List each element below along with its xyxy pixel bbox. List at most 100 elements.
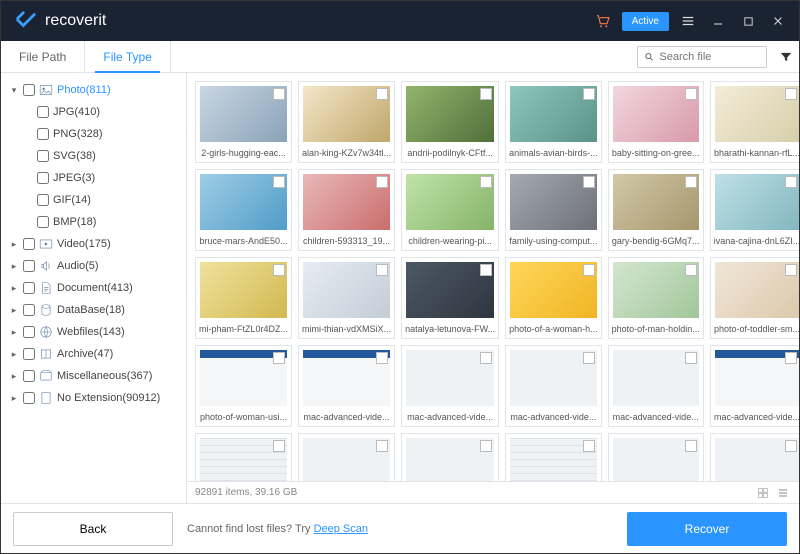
thumbnail-checkbox[interactable]	[376, 440, 388, 452]
file-thumbnail[interactable]: andrii-podilnyk-CFtf...	[401, 81, 499, 163]
file-thumbnail[interactable]: children-593313_19...	[298, 169, 395, 251]
file-thumbnail[interactable]: mac-advanced-vide...	[710, 345, 799, 427]
node-checkbox[interactable]	[23, 260, 35, 272]
thumbnail-checkbox[interactable]	[273, 264, 285, 276]
thumbnail-checkbox[interactable]	[685, 88, 697, 100]
file-thumbnail[interactable]	[608, 433, 704, 481]
node-checkbox[interactable]	[23, 84, 35, 96]
deep-scan-link[interactable]: Deep Scan	[314, 523, 368, 535]
menu-icon[interactable]	[673, 1, 703, 41]
file-thumbnail[interactable]: mac-advanced-vide...	[608, 345, 704, 427]
activate-button[interactable]: Active	[622, 12, 669, 31]
file-thumbnail[interactable]: photo-of-woman-usi...	[195, 345, 292, 427]
tab-file-path[interactable]: File Path	[1, 41, 85, 72]
search-field[interactable]	[637, 46, 767, 68]
view-list-icon[interactable]	[775, 485, 791, 501]
file-thumbnail[interactable]: ivana-cajina-dnL6ZI...	[710, 169, 799, 251]
thumbnail-checkbox[interactable]	[785, 88, 797, 100]
file-thumbnail[interactable]	[195, 433, 292, 481]
node-checkbox[interactable]	[37, 172, 49, 184]
file-thumbnail[interactable]: mac-advanced-vide...	[505, 345, 602, 427]
file-thumbnail[interactable]: natalya-letunova-FW...	[401, 257, 499, 339]
node-checkbox[interactable]	[37, 216, 49, 228]
node-checkbox[interactable]	[23, 392, 35, 404]
tree-node-child[interactable]: JPEG(3)	[1, 167, 186, 189]
thumbnail-checkbox[interactable]	[273, 440, 285, 452]
thumbnail-checkbox[interactable]	[583, 440, 595, 452]
thumbnail-checkbox[interactable]	[685, 352, 697, 364]
thumbnail-checkbox[interactable]	[376, 352, 388, 364]
thumbnail-checkbox[interactable]	[785, 264, 797, 276]
file-thumbnail[interactable]: family-using-comput...	[505, 169, 602, 251]
tree-node[interactable]: ▸Miscellaneous(367)	[1, 365, 186, 387]
filter-button[interactable]	[773, 41, 799, 73]
thumbnail-checkbox[interactable]	[273, 352, 285, 364]
recover-button[interactable]: Recover	[627, 512, 787, 546]
chevron-right-icon[interactable]: ▸	[9, 349, 19, 360]
tree-node-child[interactable]: BMP(18)	[1, 211, 186, 233]
chevron-right-icon[interactable]: ▸	[9, 393, 19, 404]
file-thumbnail[interactable]: children-wearing-pi...	[401, 169, 499, 251]
thumbnail-checkbox[interactable]	[480, 176, 492, 188]
close-button[interactable]	[763, 1, 793, 41]
file-thumbnail[interactable]: photo-of-a-woman-h...	[505, 257, 602, 339]
thumbnail-checkbox[interactable]	[273, 176, 285, 188]
thumbnail-checkbox[interactable]	[480, 440, 492, 452]
chevron-right-icon[interactable]: ▸	[9, 327, 19, 338]
tree-node[interactable]: ▸Audio(5)	[1, 255, 186, 277]
file-thumbnail[interactable]	[401, 433, 499, 481]
sidebar-tree[interactable]: ▾Photo(811)JPG(410)PNG(328)SVG(38)JPEG(3…	[1, 73, 187, 503]
thumbnail-grid[interactable]: 2-girls-hugging-eac...alan-king-KZv7w34t…	[187, 73, 799, 481]
file-thumbnail[interactable]: photo-of-man-holdin...	[608, 257, 704, 339]
file-thumbnail[interactable]	[710, 433, 799, 481]
tree-node[interactable]: ▸Webfiles(143)	[1, 321, 186, 343]
thumbnail-checkbox[interactable]	[480, 88, 492, 100]
chevron-down-icon[interactable]: ▾	[9, 85, 19, 96]
tree-node[interactable]: ▸DataBase(18)	[1, 299, 186, 321]
chevron-right-icon[interactable]: ▸	[9, 239, 19, 250]
file-thumbnail[interactable]: bharathi-kannan-rfL...	[710, 81, 799, 163]
node-checkbox[interactable]	[23, 282, 35, 294]
tree-node[interactable]: ▸No Extension(90912)	[1, 387, 186, 409]
file-thumbnail[interactable]: mac-advanced-vide...	[298, 345, 395, 427]
tree-node[interactable]: ▸Archive(47)	[1, 343, 186, 365]
thumbnail-checkbox[interactable]	[376, 88, 388, 100]
file-thumbnail[interactable]: 2-girls-hugging-eac...	[195, 81, 292, 163]
file-thumbnail[interactable]: mac-advanced-vide...	[401, 345, 499, 427]
minimize-button[interactable]	[703, 1, 733, 41]
node-checkbox[interactable]	[37, 106, 49, 118]
chevron-right-icon[interactable]: ▸	[9, 261, 19, 272]
file-thumbnail[interactable]	[505, 433, 602, 481]
search-input[interactable]	[659, 51, 760, 63]
thumbnail-checkbox[interactable]	[685, 440, 697, 452]
file-thumbnail[interactable]: gary-bendig-6GMq7...	[608, 169, 704, 251]
tree-node-child[interactable]: JPG(410)	[1, 101, 186, 123]
view-grid-icon[interactable]	[755, 485, 771, 501]
thumbnail-checkbox[interactable]	[785, 440, 797, 452]
tree-node-child[interactable]: SVG(38)	[1, 145, 186, 167]
node-checkbox[interactable]	[37, 150, 49, 162]
thumbnail-checkbox[interactable]	[685, 264, 697, 276]
file-thumbnail[interactable]	[298, 433, 395, 481]
tree-node-child[interactable]: GIF(14)	[1, 189, 186, 211]
thumbnail-checkbox[interactable]	[785, 176, 797, 188]
tree-node[interactable]: ▸Video(175)	[1, 233, 186, 255]
thumbnail-checkbox[interactable]	[480, 264, 492, 276]
tree-node[interactable]: ▸Document(413)	[1, 277, 186, 299]
node-checkbox[interactable]	[23, 326, 35, 338]
node-checkbox[interactable]	[37, 128, 49, 140]
thumbnail-checkbox[interactable]	[376, 264, 388, 276]
file-thumbnail[interactable]: mimi-thian-vdXMSiX...	[298, 257, 395, 339]
tree-node-child[interactable]: PNG(328)	[1, 123, 186, 145]
node-checkbox[interactable]	[23, 238, 35, 250]
thumbnail-checkbox[interactable]	[785, 352, 797, 364]
node-checkbox[interactable]	[37, 194, 49, 206]
chevron-right-icon[interactable]: ▸	[9, 371, 19, 382]
node-checkbox[interactable]	[23, 304, 35, 316]
thumbnail-checkbox[interactable]	[273, 88, 285, 100]
file-thumbnail[interactable]: alan-king-KZv7w34tl...	[298, 81, 395, 163]
tab-file-type[interactable]: File Type	[85, 41, 170, 72]
thumbnail-checkbox[interactable]	[685, 176, 697, 188]
back-button[interactable]: Back	[13, 512, 173, 546]
chevron-right-icon[interactable]: ▸	[9, 305, 19, 316]
